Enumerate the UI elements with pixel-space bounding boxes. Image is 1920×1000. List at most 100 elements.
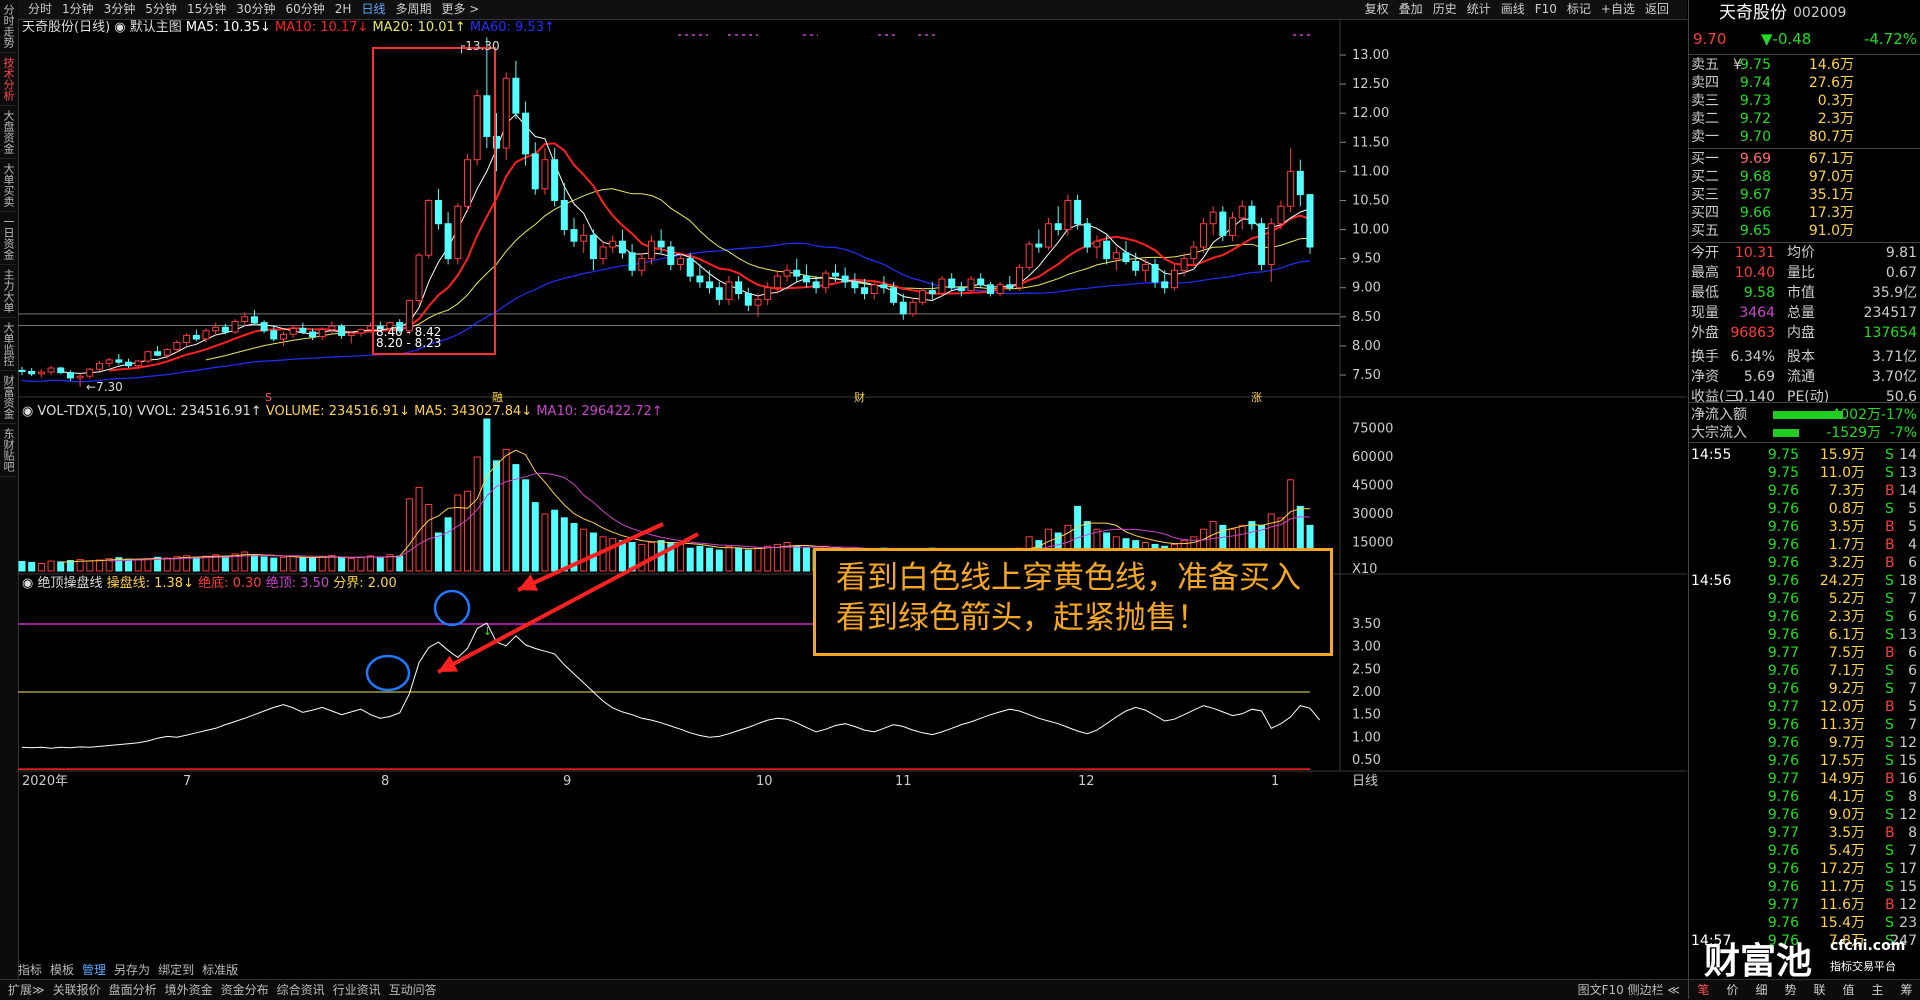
stat-row-cell: 10.40 <box>1734 265 1775 281</box>
status-item[interactable]: 关联报价 <box>53 983 101 997</box>
quote-tab[interactable]: 值 <box>1834 980 1863 1000</box>
candle-body <box>744 293 752 306</box>
gap-bottom-label: 8.20 - 8.23 <box>376 336 441 350</box>
stat-row-cell: 市值 <box>1787 285 1815 301</box>
osc-y-tick-label: 1.00 <box>1352 730 1381 745</box>
quote-divider <box>1689 148 1920 149</box>
status-item[interactable]: 资金分布 <box>221 983 269 997</box>
period-tab[interactable]: 日线 <box>361 2 385 16</box>
ask-row-cell: 2.3万 <box>1817 111 1854 127</box>
bid-row-cell: 买一 <box>1691 151 1719 167</box>
candle-body <box>289 327 297 335</box>
kline-chart[interactable]: 天奇股份(日线) ◉ 默认主图 MA5: 10.35↓ MA10: 10.17↓… <box>18 19 1687 961</box>
indicator-tab[interactable]: 另存为 <box>114 963 150 977</box>
status-item[interactable]: 境外资金 <box>165 983 213 997</box>
stat-row-cell: 3.71亿 <box>1871 349 1917 365</box>
quote-tab[interactable]: 筹 <box>1892 980 1920 1000</box>
volume-bar <box>299 557 307 572</box>
tick-row-cell: 17.2万 <box>1819 861 1865 877</box>
tick-row-cell: 14.9万 <box>1819 771 1865 787</box>
left-nav-item[interactable]: 技术分析 <box>0 53 16 106</box>
toolbar-button[interactable]: 画线 <box>1501 2 1525 16</box>
candle-body <box>706 281 714 289</box>
left-nav-item[interactable]: 东财贴吧 <box>0 424 16 477</box>
candle-body <box>47 367 55 373</box>
tick-row-cell: 9.76 <box>1767 501 1799 517</box>
indicator-tab[interactable]: 管理 <box>82 963 106 977</box>
period-tab[interactable]: 多周期 <box>395 2 431 16</box>
candle-body <box>628 252 636 271</box>
stat-row: 净资 5.69 流通 3.70亿 <box>1689 368 1920 386</box>
stat-row-cell: 35.9亿 <box>1871 285 1917 301</box>
indicator-tab[interactable]: 绑定到 <box>158 963 194 977</box>
tick-row: 9.76 17.2万 S 17 <box>1689 860 1920 878</box>
left-nav-item[interactable]: 分时走势 <box>0 0 16 53</box>
toolbar-button[interactable]: F10 <box>1535 2 1557 16</box>
left-nav-item[interactable]: 大单买卖 <box>0 159 16 212</box>
tick-row-cell: 12 <box>1899 735 1917 751</box>
volume-header: ◉ VOL-TDX(5,10) VVOL: 234516.91↑ VOLUME:… <box>22 404 663 419</box>
status-item[interactable]: 行业资讯 <box>333 983 381 997</box>
indicator-tab[interactable]: 指标 <box>18 963 42 977</box>
volume-bar <box>677 543 685 572</box>
bid-row-cell: 35.1万 <box>1808 187 1854 203</box>
status-item[interactable]: 互动问答 <box>389 983 437 997</box>
period-tab[interactable]: 1分钟 <box>62 2 94 16</box>
ask-row-cell: 0.3万 <box>1817 93 1854 109</box>
quote-tab[interactable]: 主 <box>1863 980 1892 1000</box>
status-bar: 扩展≫ 关联报价 盘面分析 境外资金 资金分布 综合资讯 行业资讯 互动问答 图文F10 侧边… <box>0 979 1688 1000</box>
toolbar-button[interactable]: 统计 <box>1467 2 1491 16</box>
period-tab[interactable]: 5分钟 <box>145 2 177 16</box>
status-item[interactable]: 扩展≫ <box>8 983 45 997</box>
volume-bar <box>541 513 549 572</box>
left-nav-item[interactable]: 大单监控 <box>0 318 16 371</box>
tick-row: 9.75 11.0万 S 13 <box>1689 464 1920 482</box>
bid-row-cell: 17.3万 <box>1808 205 1854 221</box>
tick-row-cell: 9.2万 <box>1828 681 1865 697</box>
bid-row-cell: 9.68 <box>1739 169 1771 185</box>
toolbar-button[interactable]: 复权 <box>1365 2 1389 16</box>
indicator-tab[interactable]: 标准版 <box>202 963 238 977</box>
bid-row-cell: 买五 <box>1691 223 1719 239</box>
bid-row: 买一 9.69 67.1万 <box>1689 150 1920 168</box>
left-nav-item[interactable]: 大盘资金 <box>0 106 16 159</box>
period-tab[interactable]: 30分钟 <box>236 2 275 16</box>
period-tab[interactable]: 更多 > <box>441 2 479 16</box>
left-nav-item[interactable]: 财富资金 <box>0 371 16 424</box>
stat-row: 收益(三) 0.140 PE(动) 50.6 <box>1689 388 1920 406</box>
candle-body <box>95 362 103 370</box>
left-nav-item[interactable]: 一日资金 <box>0 212 16 265</box>
tick-row-cell: 4 <box>1908 537 1917 553</box>
candle-body <box>919 290 927 303</box>
toolbar-button[interactable]: 历史 <box>1433 2 1457 16</box>
event-marker: 财 <box>854 390 865 404</box>
indicator-tab[interactable]: 模板 <box>50 963 74 977</box>
volume-bar <box>202 555 210 572</box>
candle-body <box>986 284 994 295</box>
tick-row-cell: 12 <box>1899 807 1917 823</box>
period-tab[interactable]: 2H <box>335 2 352 16</box>
period-tab[interactable]: 3分钟 <box>104 2 136 16</box>
left-nav-item[interactable]: 主力大单 <box>0 265 16 318</box>
flow-row-cell: -17% <box>1880 407 1917 423</box>
status-item[interactable]: 盘面分析 <box>109 983 157 997</box>
toolbar-button[interactable]: 标记 <box>1567 2 1591 16</box>
toolbar-button[interactable]: 返回 <box>1645 2 1669 16</box>
period-tab[interactable]: 分时 <box>28 2 52 16</box>
quote-divider <box>1689 54 1920 55</box>
y-tick-label: 9.50 <box>1352 252 1381 267</box>
stat-row-cell: 最高 <box>1691 265 1719 281</box>
toolbar-button[interactable]: 叠加 <box>1399 2 1423 16</box>
tick-row: 9.76 17.5万 S 15 <box>1689 752 1920 770</box>
x-tick-label: 2020年 <box>22 774 68 789</box>
status-right[interactable]: 图文F10 侧边栏 ≪ <box>1578 980 1680 1000</box>
toolbar-button[interactable]: +自选 <box>1601 2 1635 16</box>
period-tab[interactable]: 15分钟 <box>187 2 226 16</box>
candle-body <box>86 368 94 377</box>
period-tab[interactable]: 60分钟 <box>286 2 325 16</box>
tick-row-cell: 9.76 <box>1767 609 1799 625</box>
status-items: 扩展≫ 关联报价 盘面分析 境外资金 资金分布 综合资讯 行业资讯 互动问答 <box>4 983 441 997</box>
x-tick-label: 1 <box>1271 774 1279 789</box>
status-item[interactable]: 综合资讯 <box>277 983 325 997</box>
tick-row-cell: S <box>1885 843 1894 859</box>
